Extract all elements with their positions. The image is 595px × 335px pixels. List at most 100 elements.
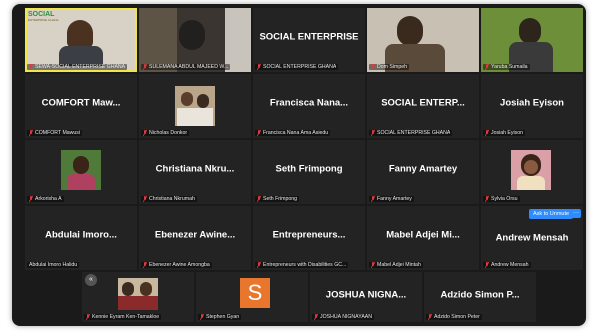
muted-mic-icon	[371, 130, 375, 136]
muted-mic-icon	[143, 130, 147, 136]
muted-mic-icon	[314, 314, 318, 320]
video-tile-t7[interactable]: Francisca Nana... Francisca Nana Ama Asi…	[253, 74, 365, 138]
participant-name-label: Yaruba Sumaila	[483, 64, 530, 70]
profile-photo	[61, 150, 101, 190]
muted-mic-icon	[485, 196, 489, 202]
participant-name-label: COMFORT Mawusi	[27, 130, 83, 136]
muted-mic-icon	[485, 262, 489, 268]
participant-display-name: Francisca Nana...	[269, 97, 349, 109]
muted-mic-icon	[29, 64, 33, 70]
participant-name-label: Fanny Amartey	[369, 196, 414, 202]
muted-mic-icon	[143, 196, 147, 202]
participant-name-label: Mabel Adjei Mintah	[369, 262, 423, 268]
video-tile-t15[interactable]: Abdulai Imoro... Abdulai Imoro Halidu	[25, 206, 137, 270]
video-tile-t22[interactable]: JOSHUA NIGNA... JOSHUA NIGNAYAAN	[310, 272, 422, 322]
participant-name-label: Francisca Nana Ama Asiedu	[255, 130, 331, 136]
participant-display-name: Mabel Adjei Mi...	[386, 229, 460, 241]
participant-video	[397, 16, 423, 46]
video-tile-t21[interactable]: S Stephen Gyan	[196, 272, 308, 322]
participant-video	[519, 18, 541, 44]
participant-name-label: Adzido Simon Peter	[426, 314, 482, 320]
participant-display-name: COMFORT Maw...	[41, 97, 121, 109]
participant-video	[179, 20, 205, 50]
video-tile-t0[interactable]: SOCIAL ENTERPRISE GHANA SEWA-SOCIAL ENTE…	[25, 8, 137, 72]
muted-mic-icon	[371, 64, 375, 70]
video-tile-t1[interactable]: SULEMANA ABDUL MAJEED W...	[139, 8, 251, 72]
video-tile-t8[interactable]: SOCIAL ENTERP... SOCIAL ENTERPRISE GHANA	[367, 74, 479, 138]
participant-name-label: JOSHUA NIGNAYAAN	[312, 314, 374, 320]
video-tile-t9[interactable]: Josiah Eyison Josiah Eyison	[481, 74, 583, 138]
video-tile-t10[interactable]: Arkorisha A	[25, 140, 137, 204]
participant-name-label: Ebenezer Awine Amongba	[141, 262, 212, 268]
logo-social-enterprise-ghana: SOCIAL ENTERPRISE GHANA	[28, 11, 59, 22]
participant-video	[67, 20, 93, 48]
video-tile-t12[interactable]: Seth Frimpong Seth Frimpong	[253, 140, 365, 204]
video-tile-t2[interactable]: SOCIAL ENTERPRISE SOCIAL ENTERPRISE GHAN…	[253, 8, 365, 72]
profile-photo	[175, 86, 215, 126]
muted-mic-icon	[200, 314, 204, 320]
participant-display-name: Josiah Eyison	[500, 97, 564, 109]
participant-video	[225, 8, 251, 72]
participant-display-name: Entrepreneurs...	[272, 229, 346, 241]
participant-name-label: Entrepreneurs with Disabilities GC...	[255, 262, 349, 268]
video-tile-t6[interactable]: Nicholas Donkor	[139, 74, 251, 138]
avatar: S	[240, 278, 270, 308]
muted-mic-icon	[257, 64, 261, 70]
participant-display-name: Seth Frimpong	[275, 163, 343, 175]
participant-name-label: Abdulai Imoro Halidu	[27, 262, 80, 268]
video-tile-t16[interactable]: Ebenezer Awine... Ebenezer Awine Amongba	[139, 206, 251, 270]
collapse-icon[interactable]: «	[85, 274, 97, 286]
profile-photo	[511, 150, 551, 190]
video-tile-t13[interactable]: Fanny Amartey Fanny Amartey	[367, 140, 479, 204]
video-tile-t4[interactable]: Yaruba Sumaila	[481, 8, 583, 72]
participant-name-label: Sylvia Orsu	[483, 196, 520, 202]
video-tile-t20[interactable]: « Kennie Eyram Ken-Tamakloe	[82, 272, 194, 322]
participant-name-label: SULEMANA ABDUL MAJEED W...	[141, 64, 231, 70]
video-tile-t3[interactable]: Dom Simpeh	[367, 8, 479, 72]
participant-display-name: SOCIAL ENTERP...	[381, 97, 465, 109]
participant-display-name: Adzido Simon P...	[440, 289, 520, 300]
ask-to-unmute-button[interactable]: Ask to Unmute	[529, 209, 574, 219]
muted-mic-icon	[371, 262, 375, 268]
muted-mic-icon	[86, 314, 90, 320]
participant-display-name: SOCIAL ENTERPRISE	[259, 31, 359, 43]
muted-mic-icon	[143, 64, 147, 70]
video-tile-t14[interactable]: Sylvia Orsu	[481, 140, 583, 204]
video-tile-t18[interactable]: Mabel Adjei Mi... Mabel Adjei Mintah	[367, 206, 479, 270]
participant-video	[139, 8, 177, 72]
participant-display-name: Abdulai Imoro...	[45, 229, 117, 241]
participant-name-label: Stephen Gyan	[198, 314, 242, 320]
participant-name-label: Andrew Mensah	[483, 262, 531, 268]
muted-mic-icon	[257, 130, 261, 136]
muted-mic-icon	[485, 64, 489, 70]
muted-mic-icon	[257, 262, 261, 268]
more-options-button[interactable]: ···	[571, 209, 581, 218]
video-tile-t17[interactable]: Entrepreneurs... Entrepreneurs with Disa…	[253, 206, 365, 270]
participant-name-label: SOCIAL ENTERPRISE GHANA	[255, 64, 339, 70]
participant-name-label: Arkorisha A	[27, 196, 64, 202]
participant-name-label: Seth Frimpong	[255, 196, 300, 202]
muted-mic-icon	[428, 314, 432, 320]
muted-mic-icon	[485, 130, 489, 136]
muted-mic-icon	[29, 130, 33, 136]
participant-display-name: JOSHUA NIGNA...	[325, 289, 407, 300]
meeting-gallery: SOCIAL ENTERPRISE GHANA SEWA-SOCIAL ENTE…	[12, 4, 586, 326]
participant-name-label: Nicholas Donkor	[141, 130, 190, 136]
video-tile-t23[interactable]: Adzido Simon P... Adzido Simon Peter	[424, 272, 536, 322]
video-tile-t11[interactable]: Christiana Nkru... Christiana Nkrumah	[139, 140, 251, 204]
muted-mic-icon	[257, 196, 261, 202]
participant-display-name: Fanny Amartey	[388, 163, 458, 175]
video-tile-t19[interactable]: Ask to Unmute ··· Andrew Mensah Andrew M…	[481, 206, 583, 270]
video-tile-t5[interactable]: COMFORT Maw... COMFORT Mawusi	[25, 74, 137, 138]
muted-mic-icon	[371, 196, 375, 202]
participant-display-name: Andrew Mensah	[495, 232, 569, 244]
participant-name-label: SOCIAL ENTERPRISE GHANA	[369, 130, 453, 136]
muted-mic-icon	[29, 196, 33, 202]
participant-name-label: Christiana Nkrumah	[141, 196, 197, 202]
participant-name-label: Josiah Eyison	[483, 130, 526, 136]
participant-video	[59, 46, 103, 66]
profile-photo	[118, 278, 158, 310]
muted-mic-icon	[143, 262, 147, 268]
participant-display-name: Ebenezer Awine...	[154, 229, 236, 241]
participant-name-label: SEWA-SOCIAL ENTERPRISE GHANA	[27, 64, 128, 70]
